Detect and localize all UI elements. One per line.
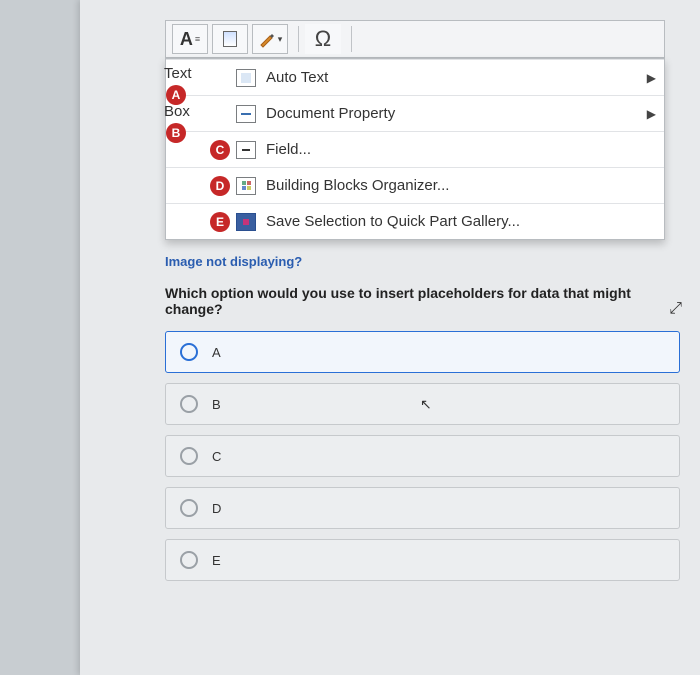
marker-badge-d: D <box>210 176 230 196</box>
document-property-icon <box>236 105 256 123</box>
quiz-panel: A ≡ ▾ Ω TextA BoxB <box>80 0 700 675</box>
radio-icon <box>180 551 198 569</box>
menu-item-document-property[interactable]: Document Property ▶ <box>166 95 664 131</box>
text-a-icon: A <box>180 29 193 50</box>
ribbon-separator <box>298 26 299 52</box>
answer-list: A B C D E <box>165 331 680 581</box>
save-selection-icon <box>236 213 256 231</box>
screenshot-image: A ≡ ▾ Ω TextA BoxB <box>165 20 665 240</box>
answer-label: B <box>212 397 221 412</box>
menu-label: Field... <box>266 141 654 158</box>
menu-item-building-blocks[interactable]: D Building Blocks Organizer... <box>166 167 664 203</box>
answer-label: D <box>212 501 221 516</box>
radio-icon <box>180 395 198 413</box>
menu-label: Document Property <box>266 105 654 122</box>
menu-label: Save Selection to Quick Part Gallery... <box>266 213 654 230</box>
answer-option-c[interactable]: C <box>165 435 680 477</box>
submenu-caret-icon: ▶ <box>647 107 656 121</box>
textbox-button-label: TextA BoxB <box>164 65 214 141</box>
marker-badge-e: E <box>210 212 230 232</box>
quick-parts-ribbon-icon <box>212 24 248 54</box>
answer-option-a[interactable]: A <box>165 331 680 373</box>
radio-icon <box>180 447 198 465</box>
ribbon-separator <box>351 26 352 52</box>
textbox-ribbon-icon: A ≡ <box>172 24 208 54</box>
radio-icon <box>180 499 198 517</box>
menu-item-save-selection[interactable]: E Save Selection to Quick Part Gallery..… <box>166 203 664 239</box>
menu-item-auto-text[interactable]: Auto Text ▶ <box>166 59 664 95</box>
field-icon <box>236 141 256 159</box>
radio-icon <box>180 343 198 361</box>
ribbon-toolbar: A ≡ ▾ Ω <box>165 20 665 58</box>
marker-badge-a: A <box>166 85 186 105</box>
submenu-caret-icon: ▶ <box>647 71 656 85</box>
menu-item-field[interactable]: C Field... <box>166 131 664 167</box>
answer-label: E <box>212 553 221 568</box>
answer-option-d[interactable]: D <box>165 487 680 529</box>
quick-parts-dropdown: TextA BoxB Auto Text ▶ Document Property… <box>165 58 665 240</box>
answer-label: A <box>212 345 221 360</box>
answer-option-e[interactable]: E <box>165 539 680 581</box>
answer-label: C <box>212 449 221 464</box>
menu-label: Building Blocks Organizer... <box>266 177 654 194</box>
marker-badge-c: C <box>210 140 230 160</box>
symbol-ribbon-icon: Ω <box>305 24 341 54</box>
menu-label: Auto Text <box>266 69 654 86</box>
signature-ribbon-icon: ▾ <box>252 24 288 54</box>
building-blocks-icon <box>236 177 256 195</box>
auto-text-icon <box>236 69 256 87</box>
image-not-displaying-link[interactable]: Image not displaying? <box>165 254 690 269</box>
marker-badge-b: B <box>166 123 186 143</box>
answer-option-b[interactable]: B <box>165 383 680 425</box>
expand-icon[interactable]: ⤢ <box>669 300 682 318</box>
question-text: Which option would you use to insert pla… <box>165 285 682 317</box>
